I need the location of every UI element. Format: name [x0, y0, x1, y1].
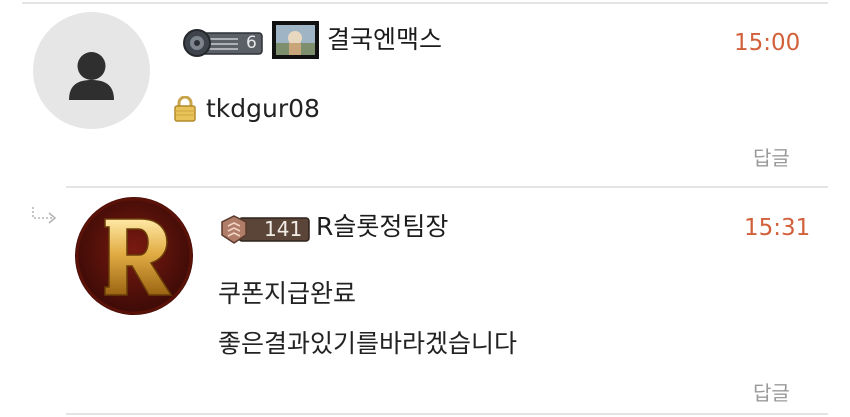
- nickname[interactable]: 결국엔맥스: [327, 25, 442, 55]
- character-image-badge: [272, 21, 319, 63]
- comment-text-line-1: 쿠폰지급완료: [218, 279, 357, 308]
- reply-arrow-icon: [31, 206, 59, 228]
- avatar[interactable]: [33, 12, 150, 129]
- reply-button[interactable]: 답글: [753, 146, 790, 170]
- lock-icon: [173, 95, 197, 126]
- avatar[interactable]: [75, 197, 193, 315]
- nickname[interactable]: R슬롯정팀장: [316, 212, 448, 242]
- bottom-divider: [66, 413, 828, 415]
- r-logo-icon: [75, 197, 193, 315]
- level-number: 141: [264, 217, 303, 241]
- default-user-icon: [69, 52, 114, 100]
- comment-text-line-2: 좋은결과있기를바라겠습니다: [218, 329, 518, 358]
- top-divider: [22, 2, 828, 4]
- comment-divider: [66, 186, 828, 188]
- level-number: 6: [246, 33, 257, 53]
- timestamp: 15:31: [744, 215, 811, 241]
- reply-button[interactable]: 답글: [753, 381, 790, 405]
- timestamp: 15:00: [734, 30, 801, 56]
- comment-text: tkdgur08: [206, 94, 320, 123]
